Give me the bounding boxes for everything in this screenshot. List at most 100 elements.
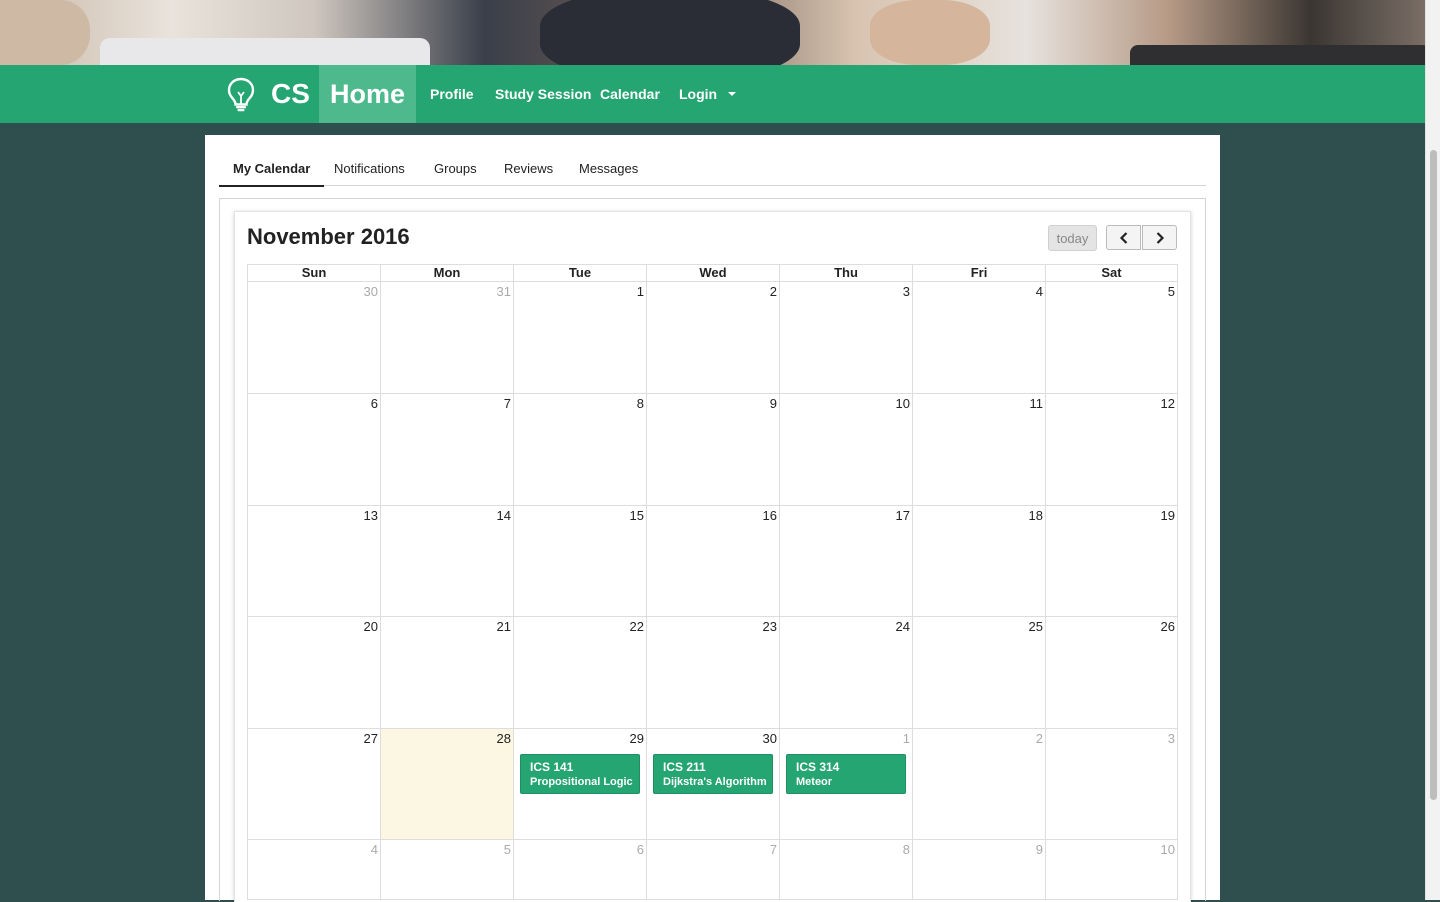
calendar-event[interactable]: ICS 314 Meteor: [786, 754, 906, 794]
nav-calendar[interactable]: Calendar: [600, 65, 660, 123]
day-number: 5: [503, 842, 511, 857]
tab-groups[interactable]: Groups: [434, 151, 477, 185]
week-row: 20 21 22 23 24 25 26: [247, 617, 1179, 729]
day-number: 24: [895, 619, 910, 634]
week-row: 27 28 29 ICS 141 Propositional Logic 30 ICS 21…: [247, 729, 1179, 840]
brand[interactable]: CS: [225, 65, 310, 123]
event-subtitle: Dijkstra's Algorithm: [663, 776, 767, 788]
day-cell[interactable]: 8: [513, 394, 646, 506]
tab-reviews[interactable]: Reviews: [504, 151, 553, 185]
day-number: 23: [762, 619, 777, 634]
day-cell[interactable]: 3: [779, 282, 912, 394]
nav-login-dropdown[interactable]: Login: [679, 65, 737, 123]
day-cell[interactable]: 10: [779, 394, 912, 506]
day-cell[interactable]: 5: [380, 840, 513, 900]
day-number: 1: [636, 284, 644, 299]
day-header-tue: Tue: [513, 264, 646, 282]
day-cell[interactable]: 13: [247, 506, 380, 617]
day-cell[interactable]: 6: [247, 394, 380, 506]
next-month-button[interactable]: [1142, 225, 1177, 250]
event-subtitle: Meteor: [796, 776, 833, 788]
day-cell[interactable]: 29 ICS 141 Propositional Logic: [513, 729, 646, 840]
week-row: 13 14 15 16 17 18 19: [247, 506, 1179, 617]
day-cell[interactable]: 30 ICS 211 Dijkstra's Algorithm: [646, 729, 779, 840]
page-scrollbar[interactable]: [1425, 0, 1440, 900]
today-button[interactable]: today: [1048, 225, 1097, 251]
day-cell[interactable]: 2: [912, 729, 1045, 840]
day-cell[interactable]: 4: [912, 282, 1045, 394]
chevron-right-icon: [1156, 231, 1164, 244]
day-cell[interactable]: 6: [513, 840, 646, 900]
day-cell[interactable]: 1: [513, 282, 646, 394]
day-cell[interactable]: 16: [646, 506, 779, 617]
day-cell[interactable]: 8: [779, 840, 912, 900]
day-number: 22: [629, 619, 644, 634]
day-cell[interactable]: 18: [912, 506, 1045, 617]
day-cell[interactable]: 21: [380, 617, 513, 729]
day-header-fri: Fri: [912, 264, 1045, 282]
day-cell[interactable]: 7: [646, 840, 779, 900]
caret-down-icon: [728, 92, 737, 96]
day-cell[interactable]: 22: [513, 617, 646, 729]
day-number: 5: [1167, 284, 1175, 299]
nav-profile[interactable]: Profile: [430, 65, 474, 123]
scrollbar-thumb[interactable]: [1430, 150, 1437, 800]
day-number: 17: [895, 508, 910, 523]
day-cell[interactable]: 12: [1045, 394, 1178, 506]
day-cell-today[interactable]: 28: [380, 729, 513, 840]
lightbulb-icon: [227, 77, 255, 112]
day-number: 7: [769, 842, 777, 857]
day-cell[interactable]: 26: [1045, 617, 1178, 729]
day-number: 6: [370, 396, 378, 411]
day-cell[interactable]: 30: [247, 282, 380, 394]
day-number: 26: [1160, 619, 1175, 634]
day-cell[interactable]: 20: [247, 617, 380, 729]
hero-banner-image: [0, 0, 1425, 65]
prev-month-button[interactable]: [1106, 225, 1141, 250]
day-number: 2: [1035, 731, 1043, 746]
main-panel: My Calendar Notifications Groups Reviews…: [205, 135, 1220, 902]
day-cell[interactable]: 2: [646, 282, 779, 394]
calendar-grid: Sun Mon Tue Wed Thu Fri Sat 30 31 1 2 3 4 5 6 7 8 9 10 11 1…: [247, 264, 1179, 900]
day-number: 21: [496, 619, 511, 634]
day-number: 18: [1028, 508, 1043, 523]
day-cell[interactable]: 9: [912, 840, 1045, 900]
day-cell[interactable]: 11: [912, 394, 1045, 506]
day-number: 3: [1167, 731, 1175, 746]
day-cell[interactable]: 10: [1045, 840, 1178, 900]
day-header-sat: Sat: [1045, 264, 1178, 282]
day-cell[interactable]: 17: [779, 506, 912, 617]
day-cell[interactable]: 1 ICS 314 Meteor: [779, 729, 912, 840]
day-of-week-header: Sun Mon Tue Wed Thu Fri Sat: [247, 264, 1179, 282]
nav-study-session[interactable]: Study Session: [495, 65, 591, 123]
day-cell[interactable]: 23: [646, 617, 779, 729]
day-cell[interactable]: 27: [247, 729, 380, 840]
day-cell[interactable]: 7: [380, 394, 513, 506]
week-row: 4 5 6 7 8 9 10: [247, 840, 1179, 900]
day-header-wed: Wed: [646, 264, 779, 282]
day-number: 25: [1028, 619, 1043, 634]
day-cell[interactable]: 15: [513, 506, 646, 617]
week-row: 30 31 1 2 3 4 5: [247, 282, 1179, 394]
tab-my-calendar[interactable]: My Calendar: [219, 151, 325, 187]
day-cell[interactable]: 24: [779, 617, 912, 729]
day-cell[interactable]: 31: [380, 282, 513, 394]
day-cell[interactable]: 14: [380, 506, 513, 617]
day-cell[interactable]: 4: [247, 840, 380, 900]
day-header-mon: Mon: [380, 264, 513, 282]
day-number: 13: [363, 508, 378, 523]
day-cell[interactable]: 5: [1045, 282, 1178, 394]
nav-login-label: Login: [679, 86, 718, 102]
tab-messages[interactable]: Messages: [579, 151, 638, 185]
tab-notifications[interactable]: Notifications: [334, 151, 405, 185]
week-row: 6 7 8 9 10 11 12: [247, 394, 1179, 506]
nav-home[interactable]: Home: [319, 65, 416, 123]
day-cell[interactable]: 9: [646, 394, 779, 506]
event-title: ICS 211: [663, 760, 706, 774]
day-cell[interactable]: 19: [1045, 506, 1178, 617]
day-number: 2: [769, 284, 777, 299]
calendar-event[interactable]: ICS 211 Dijkstra's Algorithm: [653, 754, 773, 794]
day-cell[interactable]: 25: [912, 617, 1045, 729]
day-cell[interactable]: 3: [1045, 729, 1178, 840]
calendar-event[interactable]: ICS 141 Propositional Logic: [520, 754, 640, 794]
